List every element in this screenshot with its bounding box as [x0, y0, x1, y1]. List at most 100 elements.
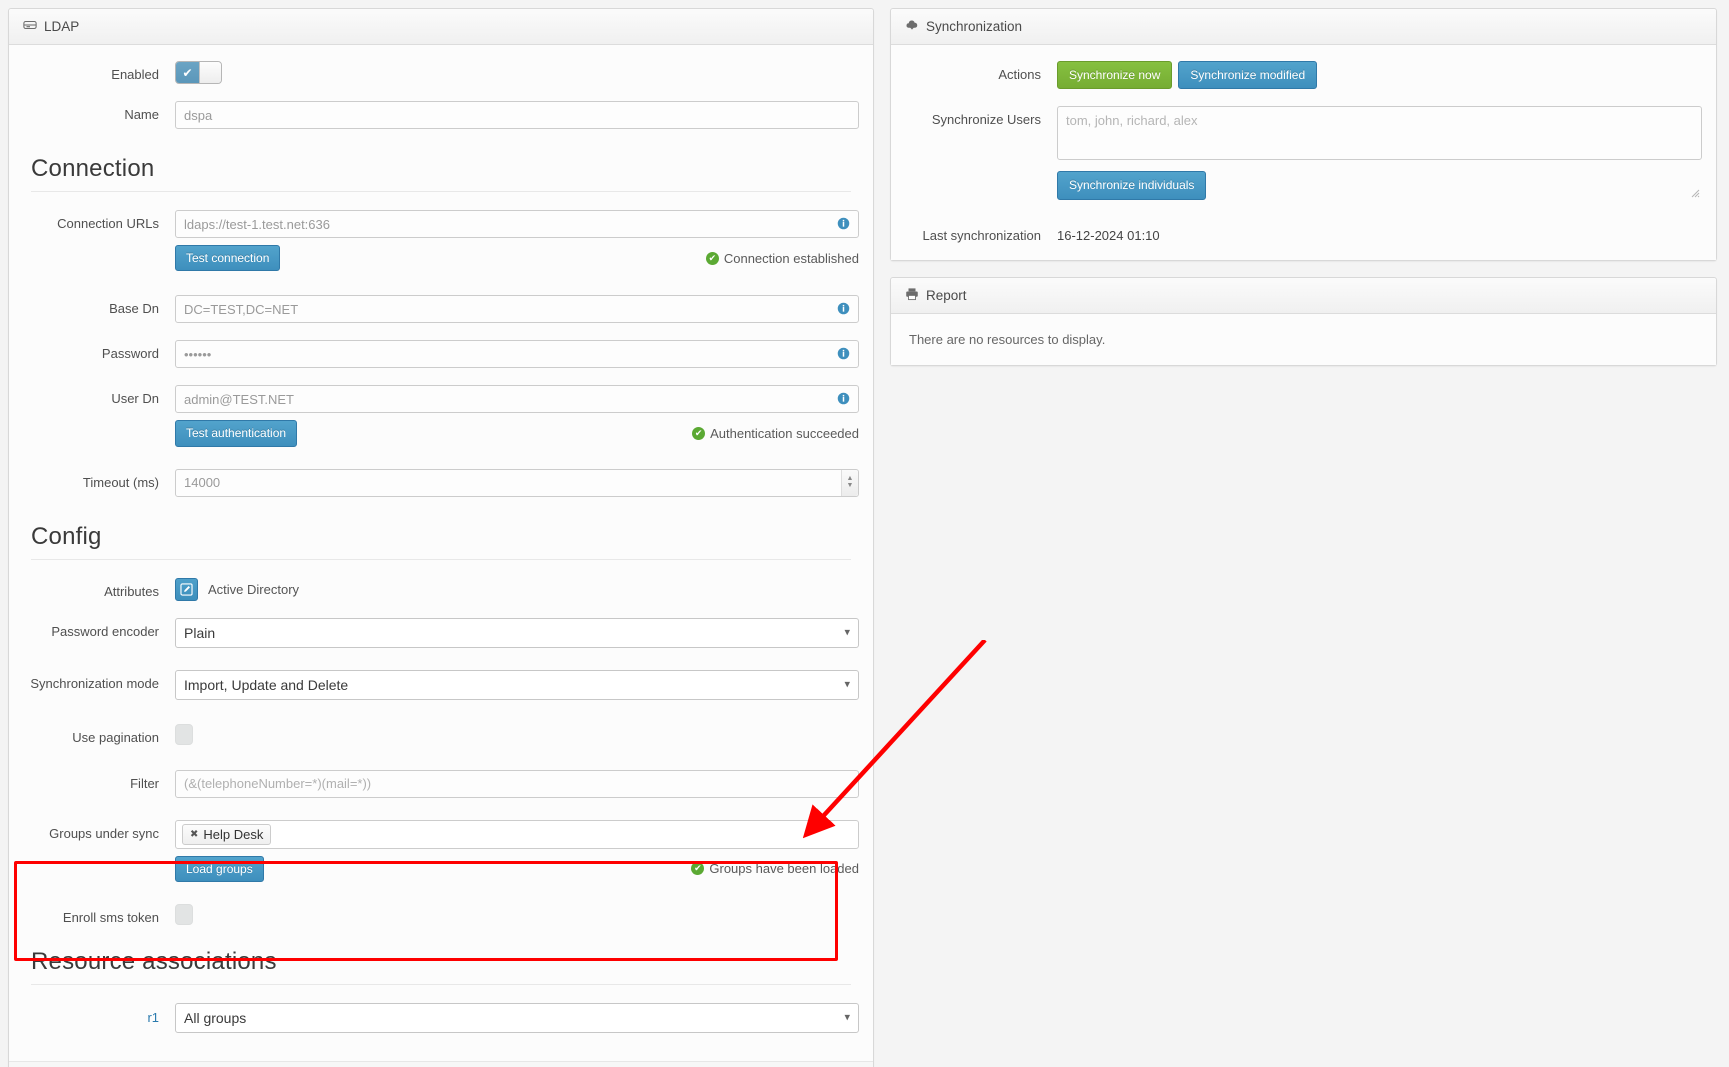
last-synchronization-label: Last synchronization [922, 227, 1041, 243]
field-row-resource-r1: r1 All groups ▾ [23, 1003, 859, 1034]
name-input[interactable] [175, 101, 859, 129]
report-panel: Report There are no resources to display… [890, 277, 1717, 367]
enroll-sms-token-label: Enroll sms token [62, 910, 159, 926]
enroll-sms-token-toggle[interactable] [175, 904, 193, 926]
password-label: Password [101, 346, 159, 362]
enabled-toggle[interactable]: ✔ [175, 61, 222, 84]
synchronization-mode-select[interactable]: Import, Update and Delete [175, 669, 859, 700]
synchronize-individuals-button[interactable]: Synchronize individuals [1057, 171, 1207, 200]
password-input[interactable] [175, 340, 859, 369]
config-section-title: Config [31, 522, 102, 550]
groups-under-sync-label: Groups under sync [49, 825, 159, 841]
tag-label: Help Desk [203, 826, 264, 842]
field-row-last-synchronization: Last synchronization 16-12-2024 01:10 [905, 222, 1702, 244]
authentication-status-text: Authentication succeeded [710, 426, 859, 442]
ldap-panel: LDAP Enabled ✔ Name dspa Connection Conn… [8, 8, 874, 1067]
synchronization-panel-header: Synchronization [891, 9, 1716, 45]
report-panel-header: Report [891, 278, 1716, 315]
test-connection-row: Test connection ✔ Connection established [175, 245, 859, 272]
load-groups-button[interactable]: Load groups [175, 855, 264, 883]
groups-under-sync-tagbox[interactable]: ✖ Help Desk [175, 819, 859, 849]
number-stepper[interactable]: ▲ ▼ [841, 469, 858, 496]
password-encoder-select[interactable]: Plain [175, 617, 859, 648]
groups-status: ✔ Groups have been loaded [691, 861, 859, 876]
tag-item[interactable]: ✖ Help Desk [182, 823, 272, 845]
app-root: LDAP Enabled ✔ Name dspa Connection Conn… [0, 0, 1729, 1067]
test-authentication-button[interactable]: Test authentication [175, 420, 298, 447]
password-encoder-label: Password encoder [51, 623, 159, 639]
test-authentication-row: Test authentication ✔ Authentication suc… [175, 420, 859, 447]
field-row-name: Name [23, 101, 859, 129]
database-icon [23, 18, 37, 35]
synchronization-panel: Synchronization Actions Synchronize now … [890, 8, 1717, 262]
base-dn-input[interactable] [175, 295, 859, 324]
synchronize-users-textarea[interactable] [1057, 106, 1702, 161]
left-column: LDAP Enabled ✔ Name dspa Connection Conn… [0, 0, 884, 1067]
report-empty-message: There are no resources to display. [909, 332, 1106, 348]
field-row-user-dn: User Dn Test authentication [23, 385, 859, 447]
user-dn-label: User Dn [111, 391, 159, 407]
ldap-panel-body: Enabled ✔ Name Connecti [9, 45, 873, 1062]
resource-r1-label: r1 [147, 1010, 159, 1026]
field-row-connection-urls: Connection URLs Test connection [23, 210, 859, 272]
resource-associations-title: Resource associations [31, 948, 277, 976]
authentication-status: ✔ Authentication succeeded [692, 426, 859, 441]
check-circle-icon: ✔ [691, 862, 705, 876]
connection-urls-input[interactable] [175, 210, 859, 238]
ldap-panel-header: LDAP [9, 9, 873, 45]
connection-urls-label: Connection URLs [57, 216, 159, 231]
synchronize-now-button[interactable]: Synchronize now [1057, 61, 1173, 90]
filter-input[interactable] [175, 769, 859, 798]
attributes-label: Attributes [104, 583, 159, 599]
enabled-toggle-check: ✔ [176, 62, 199, 83]
synchronization-panel-title: Synchronization [926, 19, 1023, 34]
last-synchronization-value: 16-12-2024 01:10 [1057, 227, 1160, 243]
load-groups-row: Load groups ✔ Groups have been loaded [175, 855, 859, 883]
enabled-toggle-knob [198, 62, 221, 83]
field-row-groups-under-sync: Groups under sync ✖ Help Desk Load group… [23, 819, 859, 883]
resource-associations-rule [31, 984, 851, 986]
info-icon[interactable] [837, 347, 850, 360]
connection-status: ✔ Connection established [705, 251, 859, 266]
timeout-input[interactable] [175, 468, 859, 497]
field-row-use-pagination: Use pagination [23, 723, 859, 748]
synchronize-modified-button[interactable]: Synchronize modified [1178, 61, 1318, 90]
form-footer: Save Back [9, 1061, 873, 1067]
name-label: Name [124, 107, 159, 122]
field-row-enabled: Enabled ✔ [23, 61, 859, 84]
info-icon[interactable] [837, 217, 850, 230]
config-section-rule [31, 558, 851, 560]
filter-label: Filter [130, 775, 159, 791]
field-row-synchronize-users: Synchronize Users Synchronize individual… [905, 106, 1702, 200]
field-row-password: Password [23, 340, 859, 369]
use-pagination-toggle[interactable] [175, 723, 193, 745]
base-dn-label: Base Dn [109, 301, 159, 317]
info-icon[interactable] [837, 392, 850, 405]
ldap-panel-title: LDAP [44, 19, 80, 34]
report-panel-title: Report [926, 288, 967, 304]
connection-section-rule [31, 191, 851, 192]
printer-icon [905, 287, 919, 304]
check-circle-icon: ✔ [705, 251, 719, 265]
check-circle-icon: ✔ [692, 427, 706, 441]
field-row-attributes: Attributes Active Directory [23, 577, 859, 601]
timeout-label: Timeout (ms) [82, 474, 159, 490]
resource-r1-select[interactable]: All groups [175, 1003, 859, 1034]
stepper-down-icon[interactable]: ▼ [847, 482, 854, 489]
edit-square-icon[interactable] [175, 577, 198, 601]
connection-section-title: Connection [31, 155, 155, 182]
field-row-synchronization-mode: Synchronization mode Import, Update and … [23, 669, 859, 700]
report-panel-body: There are no resources to display. [891, 314, 1716, 366]
synchronization-panel-body: Actions Synchronize now Synchronize modi… [891, 45, 1716, 261]
use-pagination-label: Use pagination [72, 729, 159, 745]
field-row-base-dn: Base Dn [23, 295, 859, 324]
enabled-label: Enabled [111, 67, 159, 82]
remove-tag-icon[interactable]: ✖ [190, 829, 198, 840]
test-connection-button[interactable]: Test connection [175, 245, 281, 272]
synchronization-mode-label: Synchronization mode [30, 675, 159, 691]
attributes-control: Active Directory [175, 577, 859, 601]
right-column: Synchronization Actions Synchronize now … [884, 0, 1729, 1067]
info-icon[interactable] [837, 302, 850, 315]
user-dn-input[interactable] [175, 385, 859, 414]
field-row-timeout: Timeout (ms) ▲ ▼ [23, 468, 859, 497]
